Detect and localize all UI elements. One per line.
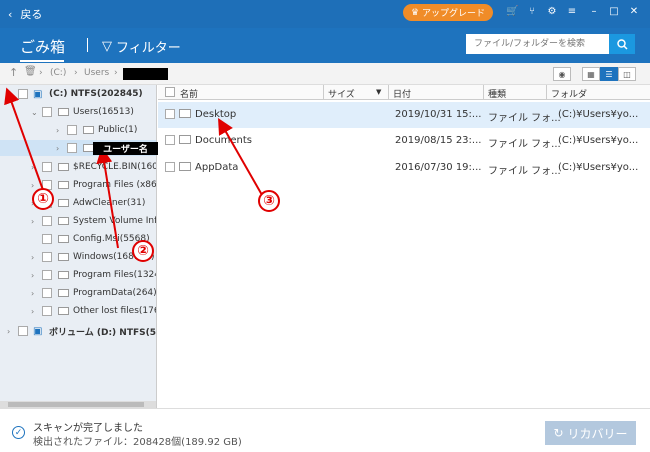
annotation-arrow-2 [96, 147, 119, 249]
annotation-arrow-1 [4, 87, 44, 191]
annotation-marker-2: ② [132, 240, 154, 262]
annotation-marker-1: ① [32, 188, 54, 210]
annotation-arrows [4, 87, 263, 249]
annotation-marker-3: ③ [258, 190, 280, 212]
annotation-arrow-3 [218, 118, 263, 196]
username-label: ユーザー名 [93, 142, 158, 155]
